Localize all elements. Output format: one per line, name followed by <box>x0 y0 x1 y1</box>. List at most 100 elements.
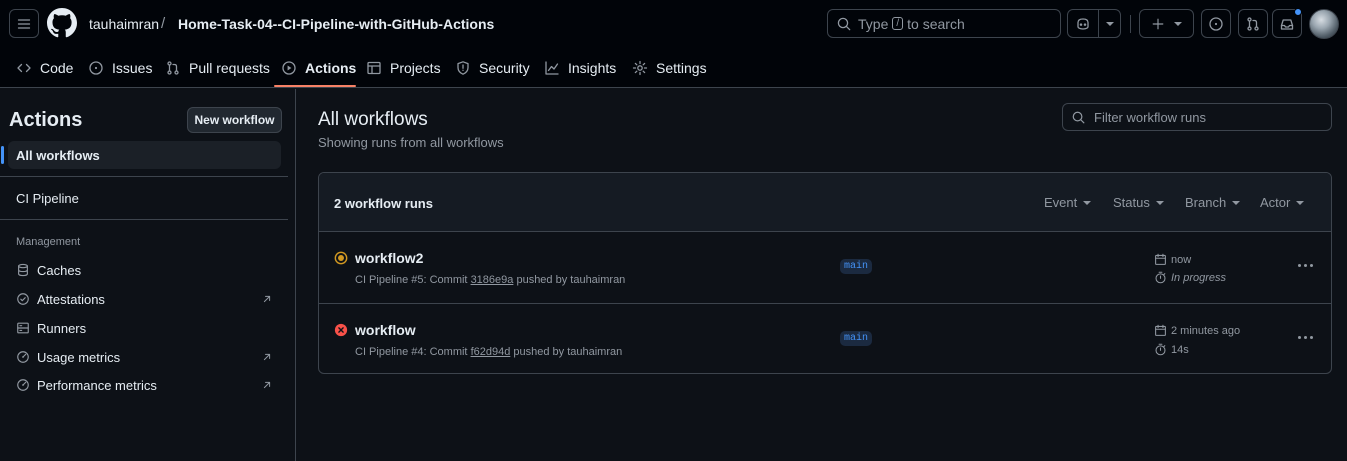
github-logo-icon[interactable] <box>47 8 77 38</box>
server-icon <box>17 322 29 334</box>
calendar-icon <box>1155 324 1166 336</box>
actor-filter-dropdown[interactable]: Actor <box>1260 195 1305 210</box>
run-duration: 14s <box>1154 343 1189 356</box>
dropdown-label: Status <box>1113 195 1150 210</box>
search-input[interactable]: Type / to search <box>827 9 1061 38</box>
search-icon <box>837 17 851 30</box>
tab-code[interactable]: Code <box>16 56 73 80</box>
tab-label: Actions <box>305 60 357 76</box>
commit-sha-link[interactable]: f62d94d <box>471 346 511 358</box>
shield-icon <box>457 61 469 75</box>
header-divider <box>1130 15 1131 33</box>
page-title: All workflows <box>318 109 428 130</box>
tab-insights[interactable]: Insights <box>544 56 616 80</box>
stopwatch-icon <box>1155 271 1166 284</box>
graph-icon <box>545 61 559 75</box>
tab-label: Settings <box>656 60 707 76</box>
avatar[interactable] <box>1309 9 1339 39</box>
copilot-button-group <box>1067 9 1121 38</box>
chevron-down-icon <box>1174 21 1182 26</box>
copilot-button[interactable] <box>1068 10 1100 37</box>
copilot-dropdown-button[interactable] <box>1099 10 1120 37</box>
sidebar-item-label: Caches <box>37 262 82 278</box>
sidebar-divider <box>0 176 288 177</box>
run-meta: CI Pipeline #5: Commit 3186e9a pushed by… <box>355 274 625 286</box>
run-duration-text: 14s <box>1171 343 1189 356</box>
external-link-icon <box>263 353 271 361</box>
sidebar-divider <box>0 219 288 220</box>
database-icon <box>18 263 28 277</box>
sidebar-item-label: Usage metrics <box>37 349 121 365</box>
meter-icon <box>17 379 29 391</box>
actions-sidebar: Actions New workflow All workflows CI Pi… <box>0 89 296 461</box>
kebab-menu-icon[interactable] <box>1298 264 1313 267</box>
chevron-down-icon <box>1232 200 1241 205</box>
chevron-down-icon <box>1083 200 1092 205</box>
branch-label[interactable]: main <box>840 259 873 274</box>
run-date-text: now <box>1171 253 1192 266</box>
status-filter-dropdown[interactable]: Status <box>1113 195 1164 210</box>
notification-indicator <box>1294 8 1302 16</box>
run-title-link[interactable]: workflow2 <box>355 250 423 266</box>
tab-issues[interactable]: Issues <box>88 56 152 80</box>
create-new-button[interactable] <box>1139 9 1194 38</box>
tab-projects[interactable]: Projects <box>366 56 441 80</box>
issues-button[interactable] <box>1201 9 1231 38</box>
meter-icon <box>17 351 29 363</box>
sidebar-item-caches[interactable]: Caches <box>16 260 273 280</box>
sidebar-item-attestations[interactable]: Attestations <box>16 289 273 309</box>
issue-opened-icon <box>1209 16 1223 31</box>
x-circle-fill-icon <box>334 323 348 337</box>
branch-filter-dropdown[interactable]: Branch <box>1185 195 1241 210</box>
run-meta-suffix: pushed by tauhaimran <box>513 346 623 358</box>
run-meta-suffix: pushed by tauhaimran <box>516 274 626 286</box>
new-workflow-button[interactable]: New workflow <box>187 107 282 133</box>
repo-name-link[interactable]: Home-Task-04--CI-Pipeline-with-GitHub-Ac… <box>178 16 494 32</box>
tab-label: Pull requests <box>189 60 270 76</box>
dropdown-label: Branch <box>1185 195 1227 210</box>
sidebar-item-label: Runners <box>37 320 87 336</box>
search-shortcut-key: / <box>892 17 904 30</box>
tab-pull-requests[interactable]: Pull requests <box>165 56 270 80</box>
sidebar-item-all-workflows[interactable]: All workflows <box>16 148 100 163</box>
active-item-indicator <box>1 146 4 164</box>
in-progress-icon <box>334 251 348 265</box>
sidebar-item-usage-metrics[interactable]: Usage metrics <box>16 347 273 367</box>
commit-sha-link[interactable]: 3186e9a <box>471 274 514 286</box>
git-pull-request-icon <box>1247 16 1259 31</box>
plus-icon <box>1152 18 1164 29</box>
page-subtitle: Showing runs from all workflows <box>318 135 504 150</box>
menu-button[interactable] <box>9 9 39 38</box>
filter-workflow-runs-input[interactable]: Filter workflow runs <box>1062 103 1332 131</box>
event-filter-dropdown[interactable]: Event <box>1044 195 1092 210</box>
run-meta: CI Pipeline #4: Commit f62d94d pushed by… <box>355 346 622 358</box>
sidebar-item-ci-pipeline[interactable]: CI Pipeline <box>16 191 79 206</box>
inbox-icon <box>1280 18 1294 30</box>
code-icon <box>17 63 31 73</box>
repo-owner-link[interactable]: tauhaimran <box>89 16 159 32</box>
list-item[interactable]: workflow CI Pipeline #4: Commit f62d94d … <box>319 303 1331 373</box>
sidebar-item-runners[interactable]: Runners <box>16 318 273 338</box>
stopwatch-icon <box>1155 343 1166 356</box>
search-placeholder-prefix: Type <box>858 15 889 32</box>
pull-request-icon <box>167 61 179 75</box>
dropdown-label: Actor <box>1260 195 1291 210</box>
tab-security[interactable]: Security <box>455 56 530 80</box>
calendar-icon <box>1155 253 1166 265</box>
chevron-down-icon <box>1155 200 1164 205</box>
branch-label[interactable]: main <box>840 331 873 346</box>
sidebar-item-performance-metrics[interactable]: Performance metrics <box>16 375 273 395</box>
run-date: now <box>1154 253 1191 266</box>
run-title-link[interactable]: workflow <box>355 322 416 338</box>
kebab-menu-icon[interactable] <box>1298 336 1313 339</box>
run-date-text: 2 minutes ago <box>1171 324 1241 337</box>
chevron-down-icon <box>1105 21 1114 26</box>
play-icon <box>282 61 296 75</box>
run-meta-prefix: CI Pipeline #4: Commit <box>355 346 468 358</box>
tab-actions[interactable]: Actions <box>281 56 356 80</box>
pull-requests-button[interactable] <box>1238 9 1268 38</box>
tab-settings[interactable]: Settings <box>632 56 707 80</box>
list-item[interactable]: workflow2 CI Pipeline #5: Commit 3186e9a… <box>319 232 1331 303</box>
chevron-down-icon <box>1296 200 1305 205</box>
tab-label: Insights <box>568 60 617 76</box>
